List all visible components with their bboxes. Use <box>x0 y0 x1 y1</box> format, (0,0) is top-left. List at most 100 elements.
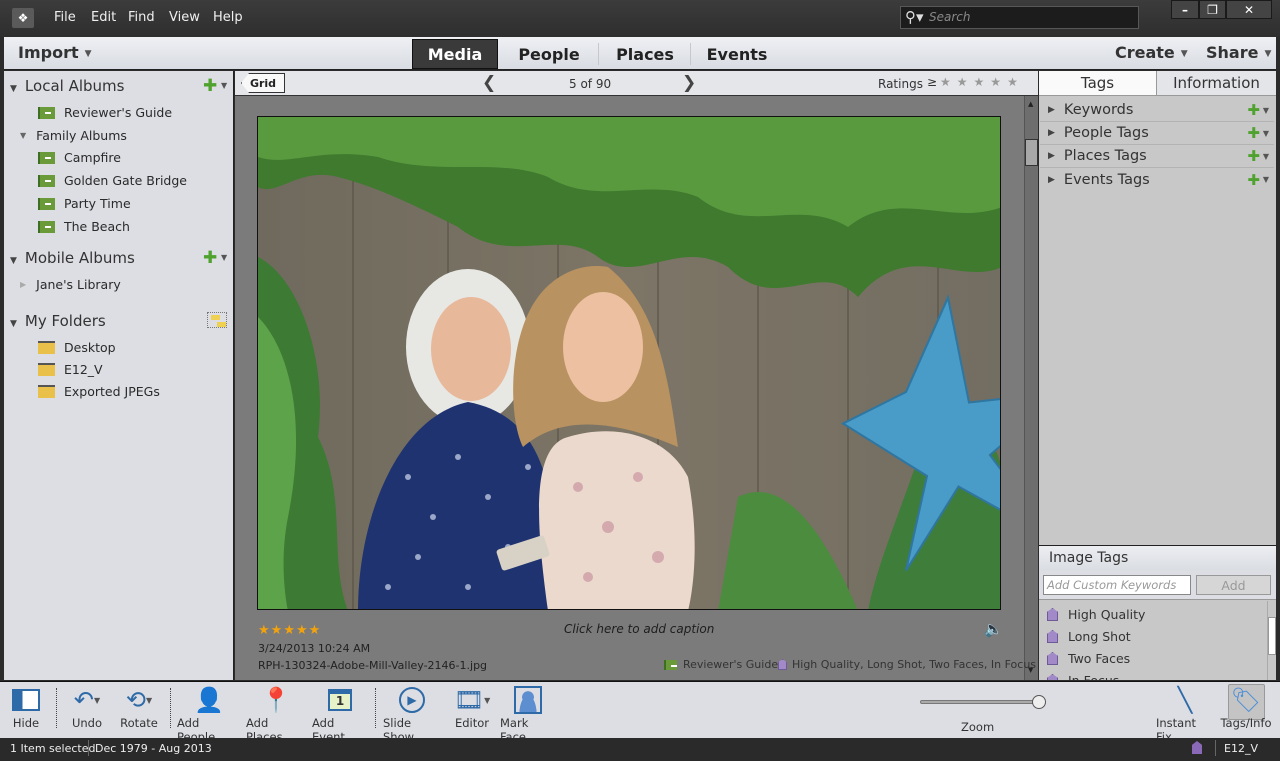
menu-edit[interactable]: Edit <box>91 10 116 25</box>
chevron-down-icon[interactable]: ▼ <box>1263 129 1269 138</box>
tab-places[interactable]: Places <box>600 39 690 69</box>
image-tag-item[interactable]: Two Faces <box>1047 651 1130 666</box>
star-icon[interactable]: ★ <box>957 75 974 89</box>
tab-people[interactable]: People <box>500 39 598 69</box>
my-folders-header[interactable]: ▼ My Folders <box>10 312 106 330</box>
zoom-slider-track[interactable] <box>920 700 1040 704</box>
image-tag-item[interactable]: Long Shot <box>1047 629 1131 644</box>
tab-events[interactable]: Events <box>692 39 782 69</box>
audio-caption-icon[interactable]: 🔈 <box>984 620 1003 638</box>
editor-button[interactable]: 🎞 ▼ Editor <box>452 684 492 730</box>
photo-rating[interactable]: ★★★★★ <box>258 623 321 638</box>
share-button[interactable]: Share ▼ <box>1206 43 1271 62</box>
folder-item[interactable]: Exported JPEGs <box>38 384 160 399</box>
mobile-albums-header[interactable]: ▼ Mobile Albums <box>10 249 135 267</box>
restore-button[interactable]: ❐ <box>1199 0 1226 19</box>
add-event-button[interactable]: 1 Add Event <box>312 684 368 744</box>
caption-field[interactable]: Click here to add caption <box>564 622 714 636</box>
tags-scrollbar[interactable] <box>1267 601 1276 680</box>
add-album-icon[interactable]: ✚ <box>203 248 217 268</box>
search-icon[interactable]: ⚲▾ <box>905 8 924 26</box>
import-button[interactable]: Import ▼ <box>18 43 92 62</box>
folder-view-toggle-icon[interactable] <box>207 312 227 328</box>
expand-triangle-icon[interactable]: ▶ <box>1048 128 1055 138</box>
next-icon[interactable]: ❯ <box>682 73 696 93</box>
tab-tags[interactable]: Tags <box>1039 71 1157 96</box>
tag-section-people[interactable]: ▶ People Tags ✚ ▼ <box>1040 122 1274 145</box>
chevron-down-icon[interactable]: ▼ <box>1263 152 1269 161</box>
expand-triangle-icon[interactable]: ▼ <box>10 319 17 329</box>
rating-filter[interactable]: ★★★★★ <box>940 75 1024 89</box>
star-icon[interactable]: ★ <box>309 623 322 638</box>
catalog-name[interactable]: E12_V <box>1224 742 1258 755</box>
tag-section-keywords[interactable]: ▶ Keywords ✚ ▼ <box>1040 99 1274 122</box>
hide-button[interactable]: Hide <box>8 684 44 730</box>
local-albums-header[interactable]: ▼ Local Albums <box>10 77 124 95</box>
menu-view[interactable]: View <box>169 10 200 25</box>
mobile-library-item[interactable]: ▶ Jane's Library <box>20 277 121 292</box>
instant-fix-button[interactable]: ╲ Instant Fix <box>1156 684 1214 744</box>
zoom-slider-thumb[interactable] <box>1032 695 1046 709</box>
star-icon[interactable]: ★ <box>258 623 271 638</box>
album-group[interactable]: ▼ Family Albums <box>20 128 127 143</box>
star-icon[interactable]: ★ <box>283 623 296 638</box>
expand-triangle-icon[interactable]: ▶ <box>20 280 26 289</box>
image-tag-item[interactable]: In Focus <box>1047 673 1119 680</box>
previous-icon[interactable]: ❮ <box>482 73 496 93</box>
chevron-down-icon[interactable]: ▼ <box>221 253 227 262</box>
scrollbar-thumb[interactable] <box>1025 139 1038 166</box>
menu-help[interactable]: Help <box>213 10 243 25</box>
photo-tags-badge[interactable]: High Quality, Long Shot, Two Faces, In F… <box>778 658 1036 671</box>
expand-triangle-icon[interactable]: ▶ <box>1048 151 1055 161</box>
add-tag-icon[interactable]: ✚ <box>1247 101 1260 119</box>
expand-triangle-icon[interactable]: ▼ <box>10 256 17 266</box>
album-item[interactable]: Party Time <box>38 196 131 211</box>
mark-face-button[interactable]: Mark Face <box>500 684 556 744</box>
minimize-button[interactable]: – <box>1171 0 1199 19</box>
image-tag-item[interactable]: High Quality <box>1047 607 1145 622</box>
add-tag-icon[interactable]: ✚ <box>1247 171 1260 189</box>
expand-triangle-icon[interactable]: ▼ <box>20 131 26 140</box>
album-item[interactable]: Golden Gate Bridge <box>38 173 187 188</box>
star-icon[interactable]: ★ <box>296 623 309 638</box>
slide-show-button[interactable]: ▶ Slide Show <box>383 684 441 744</box>
album-item[interactable]: Reviewer's Guide <box>38 105 172 120</box>
add-places-button[interactable]: 📍 Add Places <box>246 684 306 744</box>
viewer-scrollbar[interactable]: ▲ ▼ <box>1024 96 1038 680</box>
add-tag-icon[interactable]: ✚ <box>1247 147 1260 165</box>
chevron-down-icon[interactable]: ▼ <box>1263 106 1269 115</box>
chevron-down-icon[interactable]: ▼ <box>1263 175 1269 184</box>
rotate-button[interactable]: ⟲ ▼ Rotate <box>116 684 162 730</box>
album-item[interactable]: The Beach <box>38 219 130 234</box>
star-icon[interactable]: ★ <box>1007 75 1024 89</box>
star-icon[interactable]: ★ <box>271 623 284 638</box>
expand-triangle-icon[interactable]: ▶ <box>1048 105 1055 115</box>
menu-file[interactable]: File <box>54 10 76 25</box>
tag-section-places[interactable]: ▶ Places Tags ✚ ▼ <box>1040 145 1274 168</box>
tab-media[interactable]: Media <box>412 39 498 69</box>
expand-triangle-icon[interactable]: ▼ <box>10 84 17 94</box>
photo-album-badge[interactable]: Reviewer's Guide <box>664 658 778 671</box>
add-album-icon[interactable]: ✚ <box>203 76 217 96</box>
app-logo-icon[interactable]: ❖ <box>12 8 34 28</box>
tab-information[interactable]: Information <box>1157 71 1276 96</box>
chevron-down-icon[interactable]: ▼ <box>221 81 227 90</box>
scrollbar-thumb[interactable] <box>1268 617 1276 655</box>
photo[interactable] <box>257 116 1001 610</box>
custom-keywords-input[interactable]: Add Custom Keywords <box>1043 575 1191 595</box>
undo-button[interactable]: ↶ ▼ Undo <box>66 684 108 730</box>
expand-triangle-icon[interactable]: ▶ <box>1048 175 1055 185</box>
menu-find[interactable]: Find <box>128 10 155 25</box>
add-keyword-button[interactable]: Add <box>1196 575 1271 595</box>
folder-item[interactable]: E12_V <box>38 362 103 377</box>
close-button[interactable]: ✕ <box>1226 0 1272 19</box>
folder-item[interactable]: Desktop <box>38 340 116 355</box>
create-button[interactable]: Create ▼ <box>1115 43 1188 62</box>
tags-info-button[interactable]: 🏷 Tags/Info <box>1220 684 1272 730</box>
star-icon[interactable]: ★ <box>974 75 991 89</box>
star-icon[interactable]: ★ <box>940 75 957 89</box>
album-item[interactable]: Campfire <box>38 150 121 165</box>
search-input[interactable]: Search <box>900 6 1139 29</box>
grid-button[interactable]: Grid <box>241 73 285 93</box>
tag-section-events[interactable]: ▶ Events Tags ✚ ▼ <box>1040 168 1274 191</box>
